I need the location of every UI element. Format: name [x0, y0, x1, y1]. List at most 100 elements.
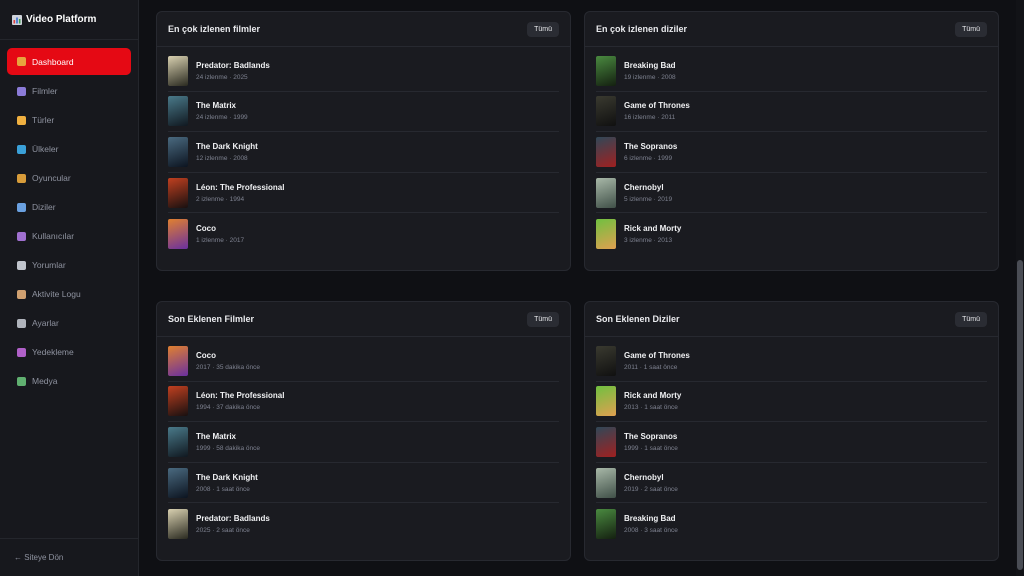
- item-meta: 2013 · 1 saat önce: [624, 404, 678, 412]
- sidebar-item-ayarlar[interactable]: Ayarlar: [7, 310, 131, 336]
- poster-thumbnail: [168, 55, 188, 86]
- sidebar-item-label: Oyuncular: [32, 173, 71, 183]
- poster-thumbnail: [596, 96, 616, 127]
- item-meta: 19 izlenme · 2008: [624, 73, 676, 81]
- list-item[interactable]: Breaking Bad 2008 · 3 saat önce: [596, 503, 987, 544]
- item-title: Rick and Morty: [624, 223, 682, 233]
- item-meta: 1 izlenme · 2017: [196, 236, 245, 244]
- back-to-site-link[interactable]: ← Siteye Dön: [0, 538, 138, 576]
- scrollbar-thumb[interactable]: [1017, 260, 1023, 570]
- poster-thumbnail: [168, 386, 188, 417]
- poster-thumbnail: [596, 55, 616, 86]
- poster-thumbnail: [596, 218, 616, 249]
- recent-series-card: Son Eklenen Diziler Tümü Game of Thrones…: [584, 301, 999, 561]
- sidebar-item-dashboard[interactable]: Dashboard: [7, 48, 131, 75]
- comment-icon: [17, 260, 26, 270]
- item-title: Breaking Bad: [624, 513, 676, 523]
- sidebar-item--lkeler[interactable]: Ülkeler: [7, 136, 131, 162]
- list-item[interactable]: Coco 2017 · 35 dakika önce: [168, 341, 559, 382]
- sidebar-item-diziler[interactable]: Diziler: [7, 194, 131, 220]
- bar-chart-icon: [12, 14, 22, 25]
- list-item[interactable]: Léon: The Professional 2 izlenme · 1994: [168, 173, 559, 214]
- list-item[interactable]: Chernobyl 2019 · 2 saat önce: [596, 463, 987, 504]
- poster-thumbnail: [596, 467, 616, 498]
- list-item[interactable]: Coco 1 izlenme · 2017: [168, 213, 559, 254]
- film-icon: [17, 86, 26, 96]
- item-title: Rick and Morty: [624, 391, 682, 401]
- item-meta: 2 izlenme · 1994: [196, 195, 245, 203]
- sidebar-item-t-rler[interactable]: Türler: [7, 107, 131, 133]
- clipboard-icon: [17, 289, 26, 299]
- sidebar-item-oyuncular[interactable]: Oyuncular: [7, 165, 131, 191]
- image-icon: [17, 376, 26, 386]
- item-meta: 1999 · 58 dakika önce: [196, 444, 260, 452]
- item-meta: 6 izlenme · 1999: [624, 154, 673, 162]
- item-title: Coco: [196, 350, 216, 360]
- actors-icon: [17, 173, 26, 183]
- card-header: Son Eklenen Diziler Tümü: [585, 302, 998, 337]
- top-movies-card: En çok izlenen filmler Tümü Predator: Ba…: [156, 11, 571, 271]
- poster-thumbnail: [168, 96, 188, 127]
- brand[interactable]: Video Platform: [0, 0, 138, 40]
- item-meta: 2008 · 3 saat önce: [624, 526, 678, 534]
- sidebar-item-yorumlar[interactable]: Yorumlar: [7, 252, 131, 278]
- sidebar-nav: Dashboard Filmler Türler Ülkeler Oyuncular Di…: [0, 40, 138, 394]
- sidebar-item-medya[interactable]: Medya: [7, 368, 131, 394]
- item-meta: 5 izlenme · 2019: [624, 195, 673, 203]
- list-item[interactable]: Game of Thrones 2011 · 1 saat önce: [596, 341, 987, 382]
- card-header: En çok izlenen filmler Tümü: [157, 12, 570, 47]
- list-item[interactable]: The Dark Knight 12 izlenme · 2008: [168, 132, 559, 173]
- list-item[interactable]: The Sopranos 1999 · 1 saat önce: [596, 422, 987, 463]
- item-title: Breaking Bad: [624, 60, 676, 70]
- list-item[interactable]: Rick and Morty 3 izlenme · 2013: [596, 213, 987, 254]
- top-series-card: En çok izlenen diziler Tümü Breaking Bad…: [584, 11, 999, 271]
- sidebar-item-label: Dashboard: [32, 56, 74, 67]
- recent-movies-card: Son Eklenen Filmler Tümü Coco 2017 · 35 d…: [156, 301, 571, 561]
- list-item[interactable]: Predator: Badlands 24 izlenme · 2025: [168, 51, 559, 92]
- poster-thumbnail: [596, 386, 616, 417]
- list-item[interactable]: The Dark Knight 2008 · 1 saat önce: [168, 463, 559, 504]
- sidebar-item-label: Kullanıcılar: [32, 231, 75, 241]
- list-item[interactable]: The Sopranos 6 izlenme · 1999: [596, 132, 987, 173]
- item-meta: 24 izlenme · 2025: [196, 73, 248, 81]
- list: Predator: Badlands 24 izlenme · 2025 The M…: [157, 47, 570, 254]
- sidebar-item-yedekleme[interactable]: Yedekleme: [7, 339, 131, 365]
- sidebar-item-label: Yorumlar: [32, 260, 66, 270]
- card-header: En çok izlenen diziler Tümü: [585, 12, 998, 47]
- list-item[interactable]: The Matrix 24 izlenme · 1999: [168, 92, 559, 133]
- view-all-button[interactable]: Tümü: [527, 311, 559, 327]
- user-icon: [17, 231, 26, 241]
- sidebar-item-label: Ayarlar: [32, 318, 59, 328]
- item-title: Predator: Badlands: [196, 513, 270, 523]
- sidebar-item-kullan-c-lar[interactable]: Kullanıcılar: [7, 223, 131, 249]
- list-item[interactable]: Breaking Bad 19 izlenme · 2008: [596, 51, 987, 92]
- sidebar-item-filmler[interactable]: Filmler: [7, 78, 131, 104]
- item-title: Game of Thrones: [624, 101, 690, 111]
- item-meta: 24 izlenme · 1999: [196, 114, 248, 122]
- sidebar-item-aktivite-logu[interactable]: Aktivite Logu: [7, 281, 131, 307]
- list-item[interactable]: Rick and Morty 2013 · 1 saat önce: [596, 382, 987, 423]
- list-item[interactable]: The Matrix 1999 · 58 dakika önce: [168, 422, 559, 463]
- list-item[interactable]: Predator: Badlands 2025 · 2 saat önce: [168, 503, 559, 544]
- item-title: Predator: Badlands: [196, 60, 270, 70]
- view-all-button[interactable]: Tümü: [527, 21, 559, 37]
- globe-icon: [17, 144, 26, 154]
- app-title: Video Platform: [26, 14, 97, 25]
- poster-thumbnail: [168, 136, 188, 167]
- item-meta: 2011 · 1 saat önce: [624, 363, 678, 371]
- sidebar-item-label: Medya: [32, 376, 58, 386]
- list: Coco 2017 · 35 dakika önce Léon: The Profe…: [157, 337, 570, 544]
- view-all-button[interactable]: Tümü: [955, 311, 987, 327]
- list: Game of Thrones 2011 · 1 saat önce Rick an…: [585, 337, 998, 544]
- list-item[interactable]: Game of Thrones 16 izlenme · 2011: [596, 92, 987, 133]
- item-title: The Matrix: [196, 101, 237, 111]
- list-item[interactable]: Léon: The Professional 1994 · 37 dakika ö…: [168, 382, 559, 423]
- item-title: Chernobyl: [624, 472, 664, 482]
- sidebar-item-label: Diziler: [32, 202, 56, 212]
- list-item[interactable]: Chernobyl 5 izlenme · 2019: [596, 173, 987, 214]
- gear-icon: [17, 318, 26, 328]
- view-all-button[interactable]: Tümü: [955, 21, 987, 37]
- sidebar-item-label: Ülkeler: [32, 144, 59, 154]
- card-title: En çok izlenen filmler: [168, 24, 261, 34]
- sidebar-item-label: Türler: [32, 115, 55, 125]
